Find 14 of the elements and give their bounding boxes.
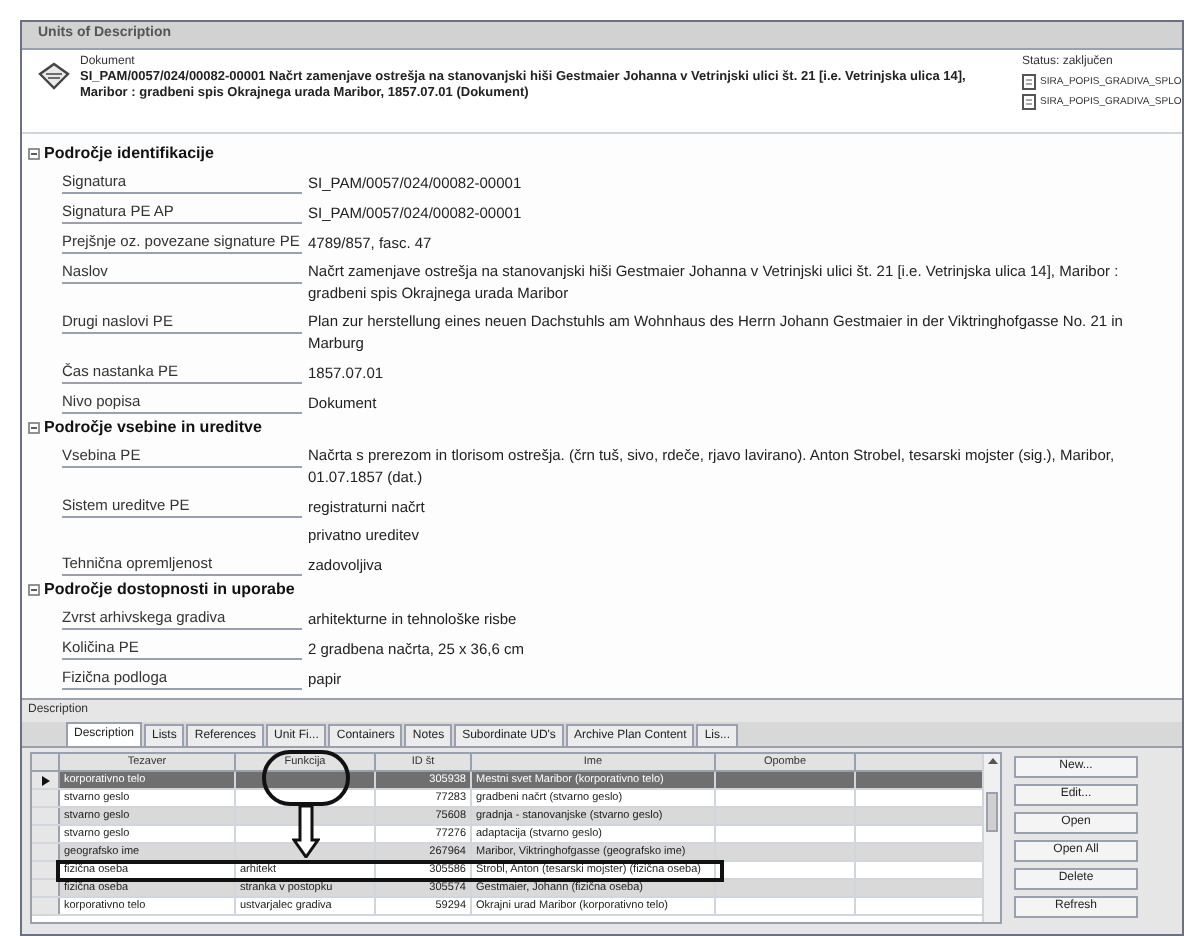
file-icon: [1022, 74, 1036, 90]
collapse-icon[interactable]: [28, 422, 40, 434]
section-heading: Področje dostopnosti in uporabe: [44, 578, 295, 602]
file-icon: [1022, 94, 1036, 110]
collapse-icon[interactable]: [28, 584, 40, 596]
document-icon: [38, 62, 70, 90]
scroll-up-icon: [987, 758, 997, 764]
section-heading: Področje vsebine in ureditve: [44, 416, 262, 440]
section-heading: Področje identifikacije: [44, 142, 214, 166]
annotation-arrow: [291, 806, 319, 858]
row-pointer-icon: [41, 775, 49, 785]
collapse-icon[interactable]: [28, 148, 40, 160]
scrollbar[interactable]: [982, 754, 1000, 922]
scroll-thumb[interactable]: [986, 792, 998, 832]
